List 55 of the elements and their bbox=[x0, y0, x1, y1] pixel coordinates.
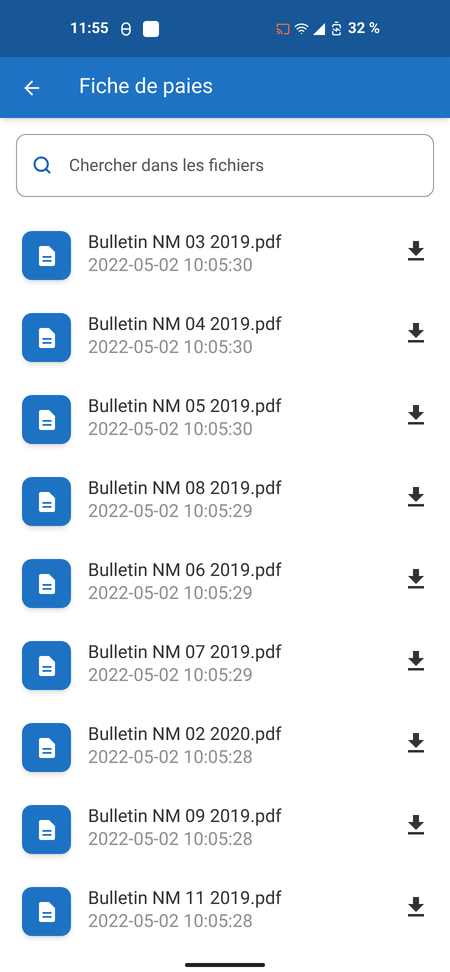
cast-icon bbox=[276, 22, 290, 36]
status-time: 11:55 bbox=[70, 18, 109, 40]
download-icon bbox=[407, 569, 425, 589]
file-date: 2022-05-02 10:05:28 bbox=[88, 911, 254, 933]
notification-icon bbox=[120, 22, 131, 36]
file-name: Bulletin NM 05 2019.pdf bbox=[88, 395, 283, 419]
file-name: Bulletin NM 02 2020.pdf bbox=[88, 723, 283, 747]
file-date: 2022-05-02 10:05:30 bbox=[88, 337, 254, 359]
file-name: Bulletin NM 09 2019.pdf bbox=[88, 805, 283, 829]
file-date: 2022-05-02 10:05:30 bbox=[88, 255, 254, 277]
download-icon bbox=[407, 733, 425, 753]
file-icon bbox=[22, 887, 71, 936]
download-icon bbox=[407, 323, 425, 343]
wifi-icon bbox=[294, 21, 309, 36]
download-icon bbox=[407, 241, 425, 261]
download-icon bbox=[407, 897, 425, 917]
file-icon bbox=[22, 559, 71, 608]
file-icon bbox=[22, 313, 71, 362]
download-button[interactable] bbox=[407, 815, 425, 835]
file-date: 2022-05-02 10:05:28 bbox=[88, 829, 254, 851]
search-icon bbox=[32, 155, 52, 175]
file-date: 2022-05-02 10:05:29 bbox=[88, 583, 254, 605]
file-icon bbox=[22, 805, 71, 854]
download-icon bbox=[407, 405, 425, 425]
app-notification-icon bbox=[142, 20, 159, 36]
file-name: Bulletin NM 08 2019.pdf bbox=[88, 477, 283, 501]
file-icon bbox=[22, 395, 71, 444]
battery-level: 32 % bbox=[348, 18, 380, 40]
file-date: 2022-05-02 10:05:30 bbox=[88, 419, 254, 441]
download-icon bbox=[407, 815, 425, 835]
file-date: 2022-05-02 10:05:29 bbox=[88, 501, 254, 523]
file-icon bbox=[22, 231, 71, 280]
file-icon bbox=[22, 641, 71, 690]
download-button[interactable] bbox=[407, 569, 425, 589]
download-button[interactable] bbox=[407, 323, 425, 343]
file-icon bbox=[22, 477, 71, 526]
app-bar-title: Fiche de paies bbox=[79, 74, 214, 101]
download-button[interactable] bbox=[407, 487, 425, 507]
file-date: 2022-05-02 10:05:28 bbox=[88, 747, 254, 769]
download-button[interactable] bbox=[407, 651, 425, 671]
file-name: Bulletin NM 11 2019.pdf bbox=[88, 887, 283, 911]
download-button[interactable] bbox=[407, 733, 425, 753]
download-icon bbox=[407, 651, 425, 671]
download-button[interactable] bbox=[407, 897, 425, 917]
file-name: Bulletin NM 06 2019.pdf bbox=[88, 559, 283, 583]
download-icon bbox=[407, 487, 425, 507]
file-icon bbox=[22, 723, 71, 772]
download-button[interactable] bbox=[407, 405, 425, 425]
signal-icon bbox=[312, 22, 325, 34]
file-name: Bulletin NM 07 2019.pdf bbox=[88, 641, 283, 665]
download-button[interactable] bbox=[407, 241, 425, 261]
file-name: Bulletin NM 03 2019.pdf bbox=[88, 231, 283, 255]
search-field[interactable]: Chercher dans les fichiers bbox=[16, 134, 434, 197]
file-name: Bulletin NM 04 2019.pdf bbox=[88, 313, 283, 337]
file-date: 2022-05-02 10:05:29 bbox=[88, 665, 254, 687]
